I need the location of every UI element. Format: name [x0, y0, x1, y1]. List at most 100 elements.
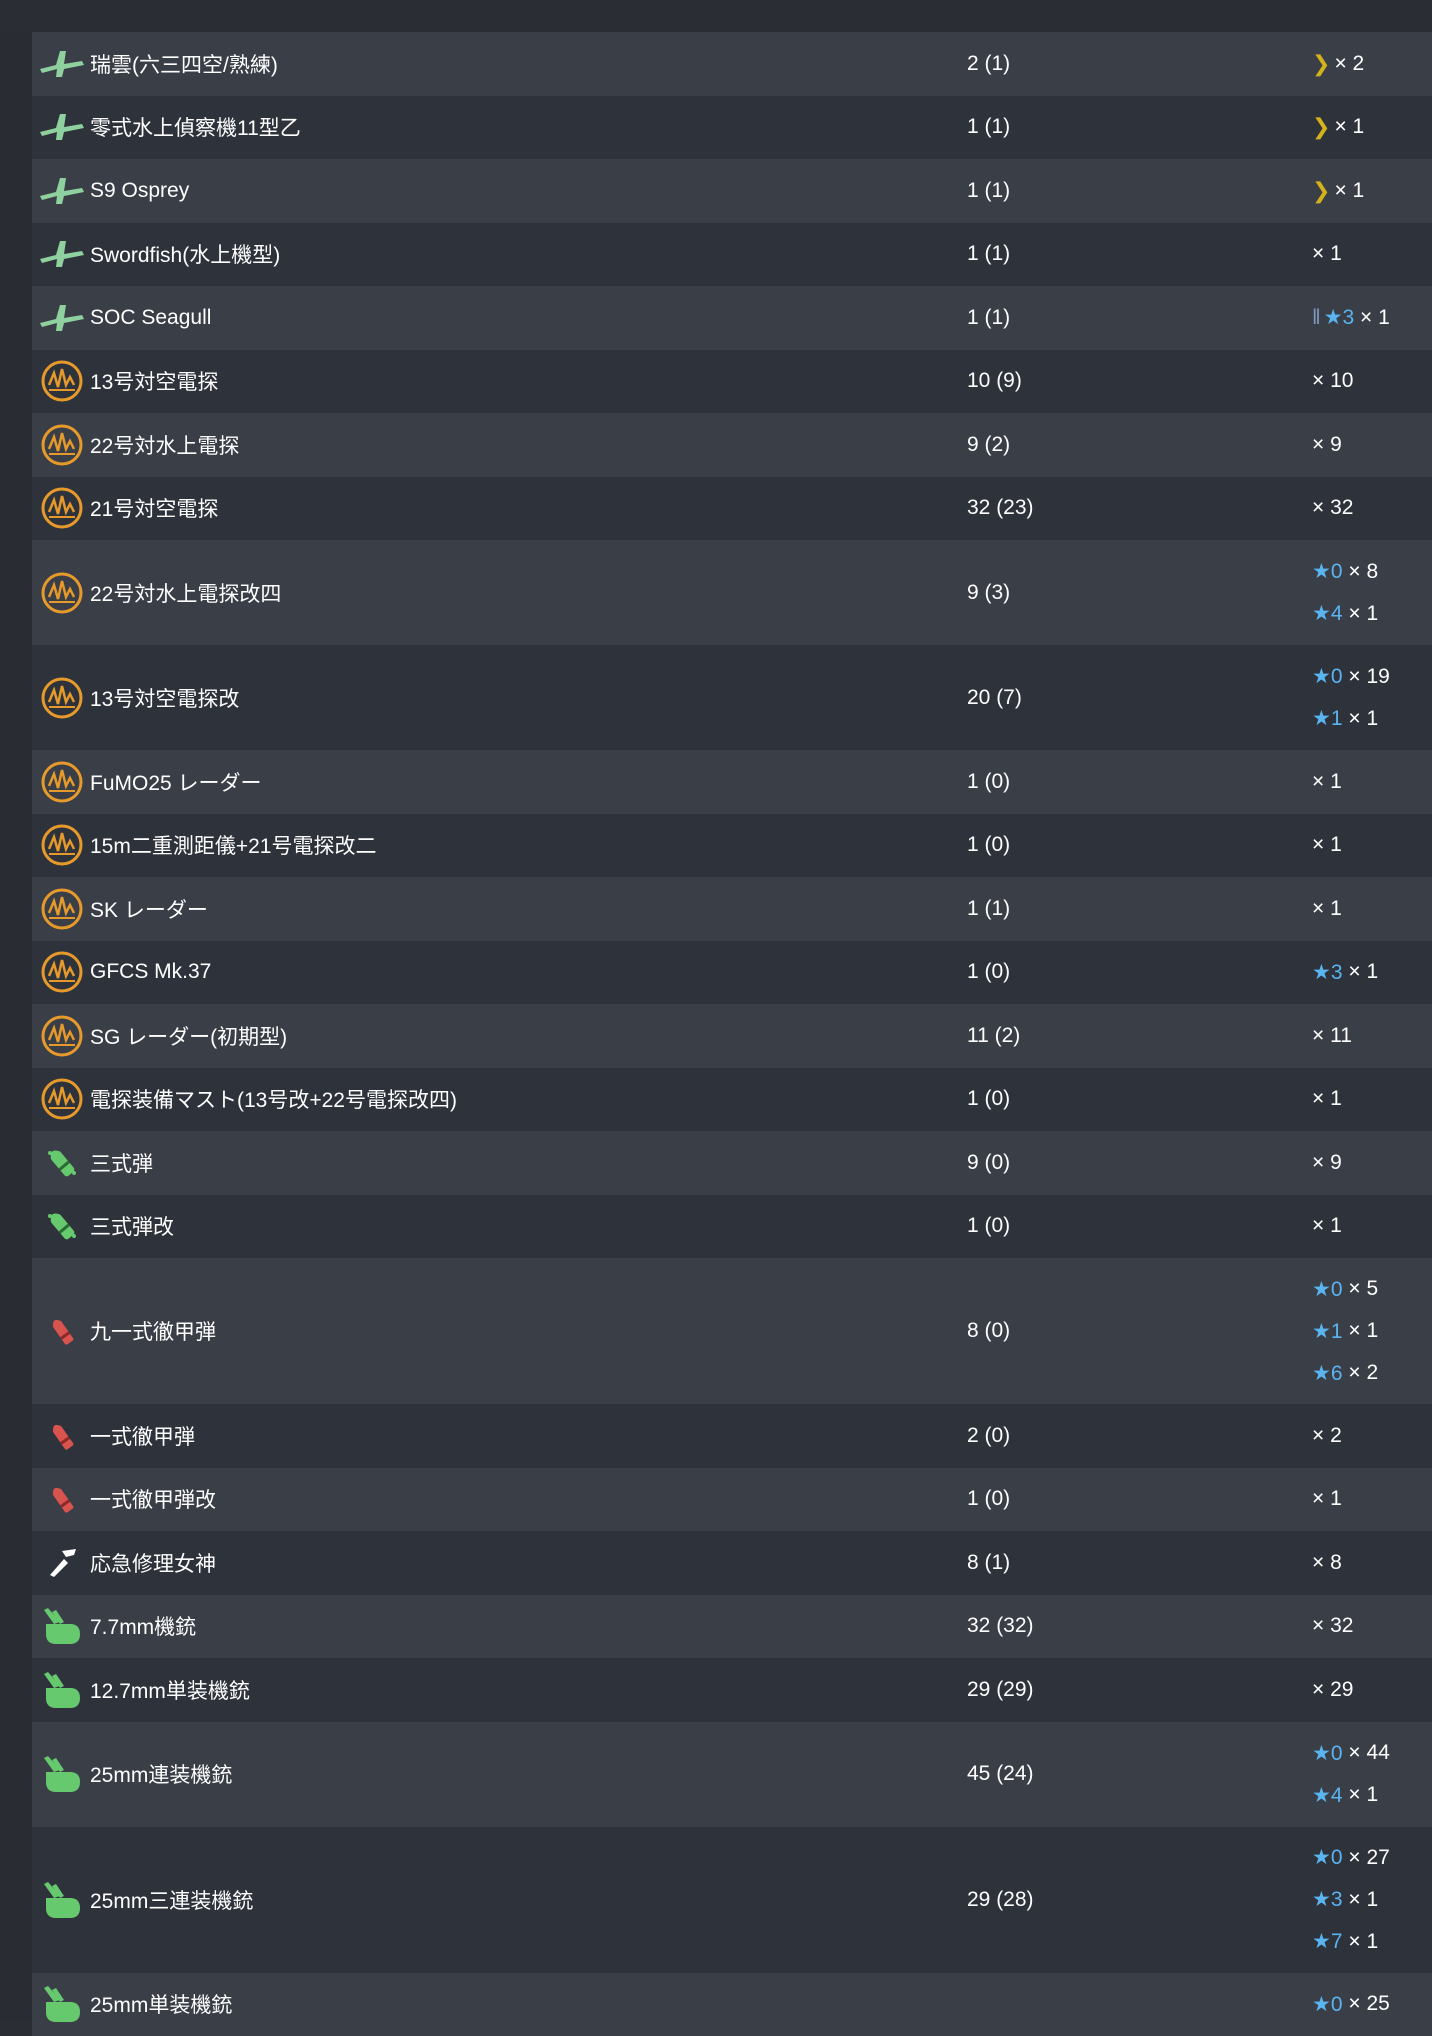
equipment-name: 一式徹甲弾改	[90, 1484, 216, 1514]
equipment-row[interactable]: 25mm連装機銃45 (24)★0 × 44★4 × 1	[32, 1722, 1432, 1827]
equipment-count: 1 (1)	[967, 306, 1010, 330]
seaplane-icon	[38, 103, 86, 151]
equipment-name: S9 Osprey	[90, 179, 189, 203]
equipment-row[interactable]: SK レーダー1 (1)× 1	[32, 877, 1432, 941]
star-level: ★3	[1312, 960, 1343, 985]
level-entry: × 9	[1312, 1142, 1342, 1184]
repair-icon	[38, 1539, 86, 1587]
equipment-count: 2 (1)	[967, 52, 1010, 76]
equipment-row[interactable]: 三式弾改1 (0)× 1	[32, 1195, 1432, 1259]
aa-shell-icon	[38, 1202, 86, 1250]
level-entry: ★4 × 1	[1312, 593, 1378, 635]
radar-icon	[38, 1012, 86, 1060]
equipment-count: 1 (0)	[967, 1087, 1010, 1111]
level-quantity: × 8	[1348, 560, 1378, 584]
level-entry: ★7 × 1	[1312, 1921, 1390, 1963]
level-quantity: × 1	[1360, 306, 1390, 330]
level-quantity: × 11	[1312, 1024, 1352, 1048]
improvement-levels: ❯× 2	[1312, 43, 1364, 85]
equipment-row[interactable]: Swordfish(水上機型)1 (1)× 1	[32, 223, 1432, 287]
level-entry: × 10	[1312, 360, 1353, 402]
equipment-row[interactable]: S9 Osprey1 (1)❯× 1	[32, 159, 1432, 223]
level-quantity: × 1	[1312, 770, 1342, 794]
equipment-row[interactable]: SOC Seagull1 (1)‖★3 × 1	[32, 286, 1432, 350]
equipment-row[interactable]: FuMO25 レーダー1 (0)× 1	[32, 750, 1432, 814]
equipment-name: 22号対水上電探	[90, 430, 239, 460]
equipment-name: 21号対空電探	[90, 493, 218, 523]
improvement-levels: × 11	[1312, 1015, 1352, 1057]
radar-icon	[38, 674, 86, 722]
equipment-name: 瑞雲(六三四空/熟練)	[90, 49, 278, 79]
improvement-levels: × 10	[1312, 360, 1353, 402]
equipment-row[interactable]: 22号対水上電探 9 (2) × 9	[32, 413, 1432, 477]
improvement-levels: ★3 × 1	[1312, 951, 1378, 993]
left-edge	[0, 0, 32, 2021]
ap-shell-icon	[38, 1307, 86, 1355]
aa-gun-icon	[38, 1750, 86, 1798]
equipment-row[interactable]: 21号対空電探32 (23)× 32	[32, 477, 1432, 541]
equipment-row[interactable]: 7.7mm機銃32 (32)× 32	[32, 1595, 1432, 1659]
equipment-count: 9 (2)	[967, 433, 1010, 457]
improvement-levels: ❯× 1	[1312, 170, 1364, 212]
level-entry: ★0 × 5	[1312, 1268, 1378, 1310]
radar-icon	[38, 758, 86, 806]
improvement-levels: × 1	[1312, 233, 1342, 275]
equipment-row[interactable]: 一式徹甲弾2 (0)× 2	[32, 1404, 1432, 1468]
equipment-count: 11 (2)	[967, 1024, 1020, 1048]
equipment-name: 電探装備マスト(13号改+22号電探改四)	[90, 1084, 457, 1114]
radar-icon	[38, 484, 86, 532]
level-quantity: × 1	[1348, 1783, 1378, 1807]
equipment-name: SG レーダー(初期型)	[90, 1021, 287, 1051]
level-quantity: × 1	[1348, 1930, 1378, 1954]
equipment-row[interactable]: GFCS Mk.371 (0)★3 × 1	[32, 941, 1432, 1005]
equipment-name: 25mm三連装機銃	[90, 1885, 253, 1915]
level-entry: ❯× 1	[1312, 106, 1364, 148]
improvement-levels: × 29	[1312, 1669, 1353, 1711]
level-entry: ★0 × 25	[1312, 1983, 1390, 2025]
level-entry: × 32	[1312, 487, 1353, 529]
level-quantity: × 1	[1312, 1487, 1342, 1511]
equipment-row[interactable]: 九一式徹甲弾8 (0)★0 × 5★1 × 1★6 × 2	[32, 1258, 1432, 1404]
level-quantity: × 32	[1312, 496, 1353, 520]
equipment-row[interactable]: 瑞雲(六三四空/熟練) 2 (1) ❯× 2	[32, 32, 1432, 96]
level-quantity: × 1	[1312, 897, 1342, 921]
improvement-levels: × 1	[1312, 1078, 1342, 1120]
equipment-row[interactable]: 25mm三連装機銃29 (28)★0 × 27★3 × 1★7 × 1	[32, 1827, 1432, 1973]
equipment-count: 20 (7)	[967, 686, 1022, 710]
improvement-levels: ★0 × 27★3 × 1★7 × 1	[1312, 1837, 1390, 1963]
equipment-row[interactable]: SG レーダー(初期型) 11 (2) × 11	[32, 1004, 1432, 1068]
star-level: ★3	[1312, 1887, 1343, 1912]
equipment-row[interactable]: 電探装備マスト(13号改+22号電探改四) 1 (0) × 1	[32, 1068, 1432, 1132]
level-entry: × 1	[1312, 233, 1342, 275]
equipment-row[interactable]: 零式水上偵察機11型乙1 (1)❯× 1	[32, 96, 1432, 160]
star-level: ★3	[1324, 305, 1355, 330]
equipment-row[interactable]: 13号対空電探改20 (7)★0 × 19★1 × 1	[32, 645, 1432, 750]
equipment-row[interactable]: 22号対水上電探改四9 (3)★0 × 8★4 × 1	[32, 540, 1432, 645]
star-level: ★1	[1312, 706, 1343, 731]
star-level: ★0	[1312, 1277, 1343, 1302]
level-entry: × 2	[1312, 1415, 1342, 1457]
equipment-row[interactable]: 13号対空電探 10 (9) × 10	[32, 350, 1432, 414]
improvement-levels: × 2	[1312, 1415, 1342, 1457]
star-level: ★1	[1312, 1319, 1343, 1344]
equipment-name: 応急修理女神	[90, 1548, 216, 1578]
equipment-row[interactable]: 応急修理女神8 (1)× 8	[32, 1531, 1432, 1595]
improvement-levels: ★0 × 19★1 × 1	[1312, 656, 1390, 740]
equipment-row[interactable]: 25mm単装機銃★0 × 25	[32, 1973, 1432, 2036]
radar-icon	[38, 821, 86, 869]
equipment-name: 13号対空電探	[90, 366, 218, 396]
equipment-row[interactable]: 三式弾9 (0)× 9	[32, 1131, 1432, 1195]
level-quantity: × 1	[1348, 707, 1378, 731]
improvement-levels: × 9	[1312, 424, 1342, 466]
equipment-row[interactable]: 12.7mm単装機銃29 (29)× 29	[32, 1658, 1432, 1722]
equipment-count: 10 (9)	[967, 369, 1022, 393]
level-quantity: × 2	[1312, 1424, 1342, 1448]
proficiency-bars-icon: ‖	[1312, 306, 1321, 330]
equipment-count: 1 (0)	[967, 960, 1010, 984]
level-entry: ★6 × 2	[1312, 1352, 1378, 1394]
equipment-row[interactable]: 15m二重測距儀+21号電探改二1 (0)× 1	[32, 814, 1432, 878]
equipment-row[interactable]: 一式徹甲弾改1 (0)× 1	[32, 1468, 1432, 1532]
level-entry: ★0 × 8	[1312, 551, 1378, 593]
level-entry: ★3 × 1	[1312, 951, 1378, 993]
aa-gun-icon	[38, 1666, 86, 1714]
